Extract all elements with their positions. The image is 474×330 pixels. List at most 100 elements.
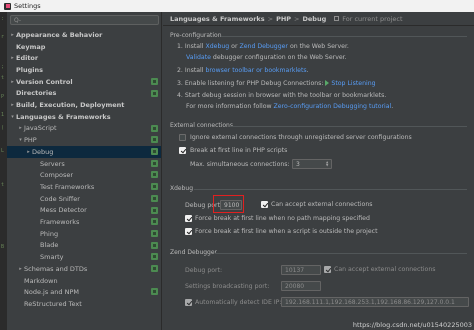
sidebar-item[interactable]: ▾ Languages & Frameworks [7, 111, 161, 123]
ide-ip-input[interactable]: 192.168.111.1,192.168.253.1,192.168.86.1… [281, 297, 469, 307]
sidebar-item-label: Composer [40, 171, 74, 180]
project-scope-icon [151, 229, 158, 237]
sidebar-item-label: Markdown [24, 276, 58, 285]
zend-accept-external-checkbox[interactable] [324, 266, 331, 273]
sidebar-item[interactable]: ▸ Version Control [7, 76, 161, 88]
preconfig-step-4-info: For more information follow Zero-configu… [186, 103, 393, 110]
ignore-external-checkbox[interactable] [179, 134, 186, 141]
chevron-right-icon[interactable]: ▸ [17, 266, 24, 272]
chevron-right-icon[interactable]: ▸ [17, 125, 24, 131]
stop-listening-icon [325, 80, 330, 86]
xdebug-link[interactable]: Xdebug [205, 43, 229, 50]
sidebar-item-label: Directories [16, 89, 57, 98]
watermark-text: https://blog.csdn.net/u01540225003 [352, 321, 472, 329]
section-title-preconfig: Pre-configuration [170, 32, 222, 39]
sidebar-item-label: Plugins [16, 65, 43, 74]
sidebar-item[interactable]: Mess Detector [7, 205, 161, 217]
project-scope-icon [151, 288, 158, 296]
sidebar-item-label: Test Frameworks [40, 182, 95, 191]
broadcast-port-input[interactable]: 20080 [281, 281, 321, 291]
gutter-char: t [1, 182, 5, 188]
window-title: Settings [14, 2, 41, 10]
section-divider [194, 189, 467, 190]
sidebar-item[interactable]: Keymap [7, 41, 161, 53]
sidebar-item-label: Schemas and DTDs [24, 264, 88, 273]
section-title-xdebug: Xdebug [170, 185, 194, 192]
max-connections-value: 3 [296, 160, 300, 168]
stop-listening-link[interactable]: Stop Listening [331, 80, 375, 87]
sidebar-item-label: Version Control [16, 77, 73, 86]
chevron-right-icon[interactable]: ▸ [9, 102, 16, 108]
sidebar-item[interactable]: Markdown [7, 275, 161, 287]
sidebar-item[interactable]: ▸ Debug [7, 146, 161, 158]
gutter-char: : [1, 16, 5, 22]
zend-port-input[interactable]: 10137 [281, 265, 321, 275]
gutter-char: P [1, 94, 5, 100]
project-scope-icon [151, 183, 158, 191]
scope-label: For current project [334, 15, 403, 23]
sidebar-item[interactable]: Blade [7, 240, 161, 252]
force-break-outside-project-label: Force break at first line when a script … [195, 228, 378, 235]
sidebar-item-label: Node.js and NPM [24, 288, 79, 297]
project-scope-icon [151, 241, 158, 249]
sidebar-item[interactable]: Node.js and NPM [7, 286, 161, 298]
validate-link[interactable]: Validate [186, 54, 211, 61]
max-connections-stepper[interactable]: 3 ▲ ▼ [292, 159, 332, 169]
breadcrumb-debug: Debug [302, 14, 327, 23]
step1-text-a: 1. Install [177, 43, 206, 50]
spinner-arrows-icon[interactable]: ▲ ▼ [326, 161, 330, 167]
auto-detect-ip-checkbox[interactable] [185, 299, 192, 306]
sidebar-item-label: Appearance & Behavior [16, 30, 103, 39]
sidebar-item-label: Phing [40, 229, 59, 238]
project-scope-icon [151, 218, 158, 226]
chevron-right-icon[interactable]: ▸ [25, 149, 32, 155]
sidebar-item[interactable]: ▾ PHP [7, 134, 161, 146]
break-first-line-checkbox[interactable] [179, 147, 186, 154]
chevron-down-icon[interactable]: ▾ [17, 137, 24, 143]
zend-debugger-link[interactable]: Zend Debugger [239, 43, 288, 50]
sidebar-item[interactable]: ▸ Appearance & Behavior [7, 29, 161, 41]
sidebar-item[interactable]: Frameworks [7, 216, 161, 228]
force-break-no-mapping-checkbox[interactable] [185, 215, 192, 222]
sidebar-item[interactable]: ▸ Build, Execution, Deployment [7, 99, 161, 111]
max-connections-label: Max. simultaneous connections: [190, 161, 290, 168]
validate-text: debugger configuration on the Web Server… [210, 54, 347, 61]
preconfig-step-1: 1. Install Xdebug or Zend Debugger on th… [177, 43, 349, 50]
settings-search-input[interactable]: Q- [10, 15, 159, 25]
sidebar-item[interactable]: Code Sniffer [7, 193, 161, 205]
editor-gutter-strip: : r ; t P 1 ( L t B [0, 12, 7, 330]
sidebar-item[interactable]: ▸ JavaScript [7, 123, 161, 135]
chevron-right-icon[interactable]: ▸ [9, 55, 16, 61]
project-scope-icon [151, 77, 158, 85]
xdebug-accept-external-label: Can accept external connections [271, 201, 373, 208]
chevron-right-icon[interactable]: ▸ [9, 32, 16, 38]
sidebar-item-label: Smarty [40, 253, 64, 262]
project-scope-icon [151, 206, 158, 214]
sidebar-item[interactable]: Plugins [7, 64, 161, 76]
sidebar-item[interactable]: Directories [7, 88, 161, 100]
chevron-right-icon[interactable]: ▸ [9, 79, 16, 85]
sidebar-item[interactable]: ▸ Schemas and DTDs [7, 263, 161, 275]
zero-config-tutorial-link[interactable]: Zero-configuration Debugging tutorial [274, 103, 392, 110]
sidebar-item[interactable]: Phing [7, 228, 161, 240]
sidebar-item[interactable]: Servers [7, 158, 161, 170]
chevron-down-icon[interactable]: ▾ [9, 114, 16, 120]
sidebar-item-label: Mess Detector [40, 206, 87, 215]
sidebar-item-label: Code Sniffer [40, 194, 80, 203]
sidebar-item[interactable]: Test Frameworks [7, 181, 161, 193]
project-scope-icon [151, 89, 158, 97]
force-break-outside-project-checkbox[interactable] [185, 228, 192, 235]
browser-toolbar-link[interactable]: browser toolbar or bookmarklets [205, 67, 306, 74]
app-icon [4, 2, 11, 10]
step3-text: 3. Enable listening for PHP Debug Connec… [177, 80, 326, 87]
step4-info-text-a: For more information follow [186, 103, 274, 110]
sidebar-item[interactable]: ReStructured Text [7, 298, 161, 310]
gutter-char: B [1, 244, 5, 250]
xdebug-accept-external-checkbox[interactable] [261, 201, 268, 208]
highlight-annotation [213, 195, 244, 213]
sidebar-item[interactable]: Smarty [7, 251, 161, 263]
sidebar-item[interactable]: ▸ Editor [7, 52, 161, 64]
gutter-char: r [1, 34, 5, 40]
sidebar-item-label: Blade [40, 241, 59, 250]
sidebar-item[interactable]: Composer [7, 169, 161, 181]
